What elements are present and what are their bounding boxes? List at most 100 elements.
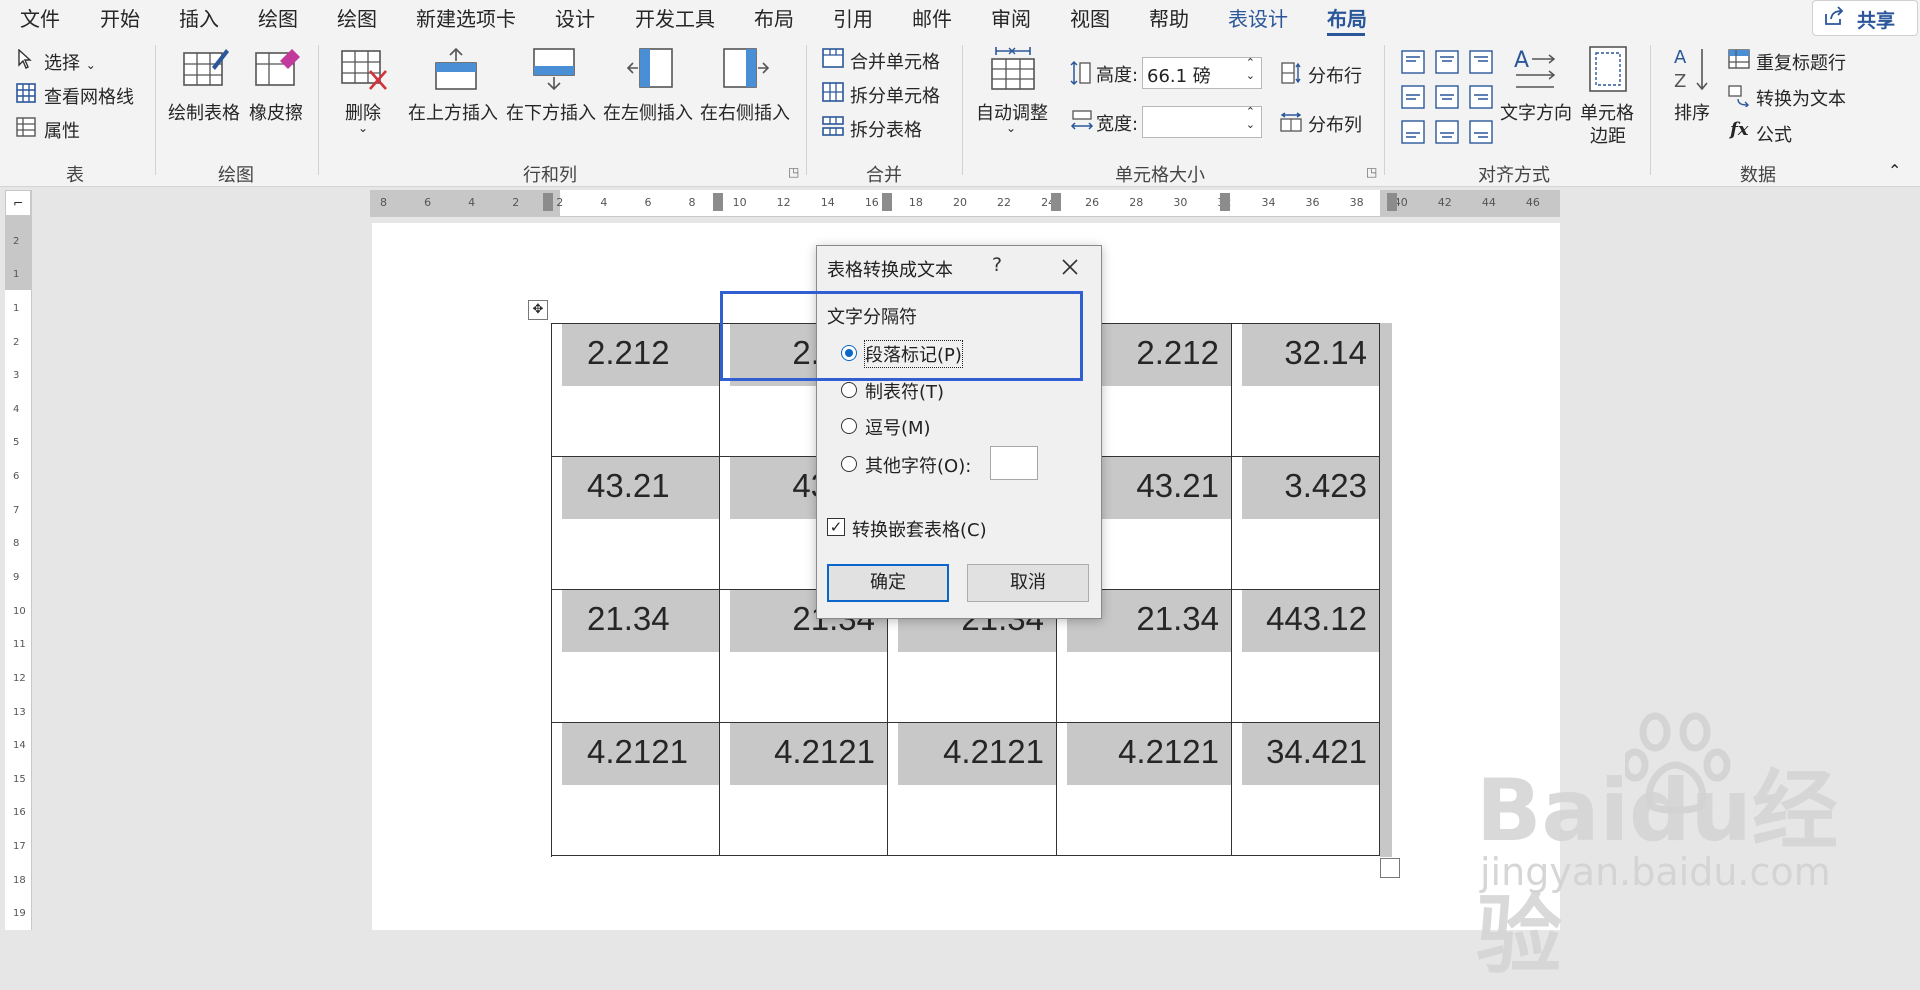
ruler-tick-label: 2: [512, 196, 520, 209]
cell-value: 2.212: [1136, 334, 1219, 371]
tab-home[interactable]: 开始: [100, 3, 140, 32]
text-direction-button[interactable]: 文字方向: [1500, 99, 1572, 125]
column-marker[interactable]: [543, 193, 553, 211]
ruler-tick-label: 17: [13, 841, 26, 853]
table-cell[interactable]: 32.14: [1232, 324, 1380, 457]
nested-tables-checkbox[interactable]: ✓: [827, 518, 845, 536]
tab-design[interactable]: 设计: [555, 3, 595, 32]
properties-button[interactable]: 属性: [44, 117, 80, 143]
group-label-draw: 绘图: [218, 165, 254, 186]
tab-review[interactable]: 审阅: [991, 3, 1031, 32]
ruler-tick-label: 9: [13, 572, 20, 583]
convert-to-text-button[interactable]: 转换为文本: [1756, 85, 1846, 111]
ok-button[interactable]: 确定: [827, 564, 949, 602]
ruler-tick-label: 2: [13, 235, 20, 247]
column-marker[interactable]: [882, 193, 892, 211]
autofit-icon: [990, 45, 1036, 96]
table-cell[interactable]: 4.2121: [1057, 723, 1232, 856]
sort-button[interactable]: 排序: [1674, 99, 1710, 125]
tab-draw-2[interactable]: 绘图: [337, 3, 377, 32]
split-table-button[interactable]: 拆分表格: [850, 116, 922, 142]
alignment-buttons-icon[interactable]: [1400, 49, 1496, 145]
insert-left-button[interactable]: 在左侧插入: [603, 99, 693, 125]
insert-above-button[interactable]: 在上方插入: [408, 99, 498, 125]
table-cell[interactable]: 21.34: [552, 590, 720, 723]
tab-file[interactable]: 文件: [20, 3, 60, 32]
width-input[interactable]: ⌃ ⌄: [1142, 105, 1262, 138]
spinner-up-icon[interactable]: ⌃: [1246, 105, 1255, 118]
cell-value: 4.2121: [1118, 733, 1219, 770]
vertical-ruler[interactable]: 32112345678910111213141516171819: [5, 190, 32, 930]
dialog-launcher-icon[interactable]: ◳: [1366, 165, 1377, 179]
ruler-tick-label: 7: [13, 504, 20, 516]
collapse-ribbon-icon[interactable]: ⌃: [1888, 161, 1901, 180]
tab-insert[interactable]: 插入: [179, 3, 219, 32]
tab-layout[interactable]: 布局: [754, 3, 794, 32]
distribute-columns-button[interactable]: 分布列: [1308, 111, 1362, 137]
merge-cells-button[interactable]: 合并单元格: [850, 48, 940, 74]
table-resize-handle[interactable]: [1380, 858, 1400, 878]
table-move-handle-icon[interactable]: ✥: [528, 300, 548, 320]
tab-draw[interactable]: 绘图: [258, 3, 298, 32]
table-cell[interactable]: 2.212: [552, 324, 720, 457]
column-width-icon: [1070, 109, 1094, 138]
share-button[interactable]: 共享: [1812, 0, 1918, 36]
ruler-tick-label: 20: [952, 196, 967, 209]
table-cell[interactable]: 4.2121: [888, 723, 1057, 856]
column-marker[interactable]: [1051, 193, 1061, 211]
table-cell[interactable]: 34.421: [1232, 723, 1380, 856]
distribute-rows-button[interactable]: 分布行: [1308, 62, 1362, 88]
tab-table-design[interactable]: 表设计: [1228, 3, 1288, 32]
close-icon[interactable]: [1057, 254, 1083, 280]
tab-selector-icon[interactable]: ⌐: [5, 190, 31, 216]
table-cell[interactable]: 43.21: [552, 457, 720, 590]
tab-view[interactable]: 视图: [1070, 3, 1110, 32]
insert-below-button[interactable]: 在下方插入: [506, 99, 596, 125]
cell-value: 4.2121: [774, 733, 875, 770]
repeat-header-button[interactable]: 重复标题行: [1756, 49, 1846, 75]
grid-icon: [16, 83, 36, 108]
column-marker[interactable]: [1220, 193, 1230, 211]
select-button[interactable]: 选择 ⌄: [44, 49, 96, 75]
column-marker[interactable]: [1387, 193, 1397, 211]
table-cell[interactable]: 4.2121: [720, 723, 888, 856]
tab-developer[interactable]: 开发工具: [635, 3, 715, 32]
view-gridlines-button[interactable]: 查看网格线: [44, 83, 134, 109]
horizontal-ruler[interactable]: 8642246810121416182022242628303234363840…: [370, 190, 1560, 217]
ruler-tick-label: 2: [556, 196, 564, 209]
height-label: 高度:: [1096, 65, 1139, 86]
radio-button[interactable]: [841, 456, 857, 472]
table-cell[interactable]: 4.2121: [552, 723, 720, 856]
draw-table-icon: [182, 45, 230, 94]
ruler-tick-label: 6: [644, 196, 652, 209]
cell-value: 443.12: [1266, 600, 1367, 637]
table-cell[interactable]: 443.12: [1232, 590, 1380, 723]
dialog-launcher-icon[interactable]: ◳: [788, 165, 799, 179]
tab-references[interactable]: 引用: [833, 3, 873, 32]
tab-new[interactable]: 新建选项卡: [416, 3, 516, 32]
eraser-button[interactable]: 橡皮擦: [249, 99, 303, 125]
row-height-icon: [1070, 60, 1092, 91]
spinner-down-icon[interactable]: ⌄: [1246, 118, 1255, 131]
tab-mailings[interactable]: 邮件: [912, 3, 952, 32]
insert-right-button[interactable]: 在右侧插入: [700, 99, 790, 125]
tab-table-layout[interactable]: 布局: [1327, 3, 1367, 32]
chevron-down-icon: ⌄: [358, 121, 369, 135]
ribbon-separator: [318, 45, 319, 175]
column-marker[interactable]: [713, 193, 723, 211]
spinner-up-icon[interactable]: ⌃: [1246, 56, 1255, 69]
radio-button[interactable]: [841, 382, 857, 398]
help-icon[interactable]: ?: [992, 254, 1002, 276]
group-label-alignment: 对齐方式: [1478, 165, 1550, 186]
ruler-tick-label: 42: [1437, 196, 1452, 209]
formula-button[interactable]: 公式: [1756, 121, 1792, 147]
other-character-input[interactable]: [990, 446, 1038, 480]
cancel-button[interactable]: 取消: [967, 564, 1089, 602]
table-cell[interactable]: 3.423: [1232, 457, 1380, 590]
tab-help[interactable]: 帮助: [1149, 3, 1189, 32]
height-input[interactable]: 66.1 磅 ⌃ ⌄: [1142, 56, 1262, 89]
split-cells-button[interactable]: 拆分单元格: [850, 82, 940, 108]
spinner-down-icon[interactable]: ⌄: [1246, 69, 1255, 82]
draw-table-button[interactable]: 绘制表格: [168, 99, 240, 125]
radio-button[interactable]: [841, 418, 857, 434]
